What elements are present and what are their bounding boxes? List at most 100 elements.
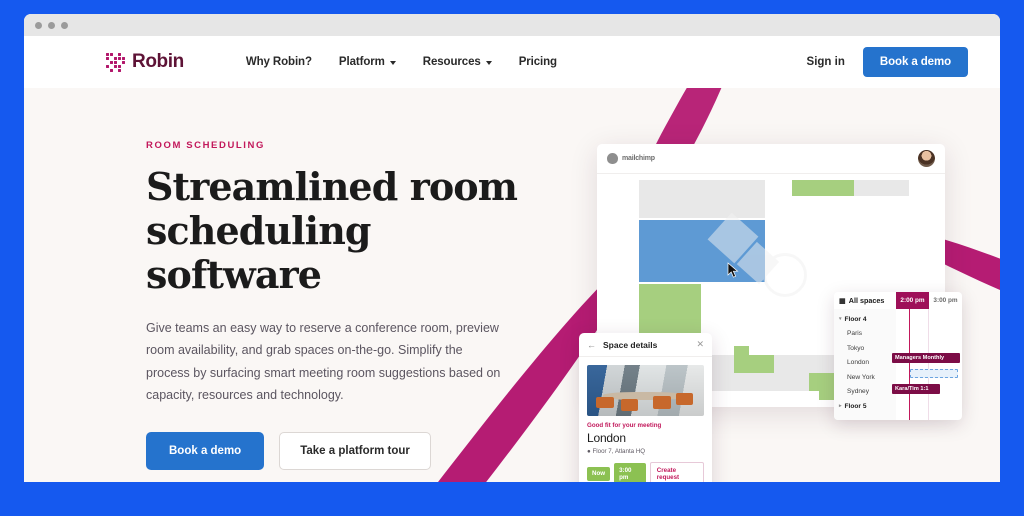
room-location: ● Floor 7, Atlanta HQ [587, 448, 704, 455]
headline-line-1: Streamlined room [146, 164, 518, 209]
schedule-grid[interactable]: Managers Monthly Kara/Tim 1:1 [892, 309, 962, 420]
nav-item-platform[interactable]: Platform [339, 56, 396, 68]
sidebar-item-sydney[interactable]: Sydney [834, 385, 896, 400]
arrow-left-icon[interactable]: ← [587, 340, 596, 350]
robin-logo[interactable]: Robin [106, 51, 184, 73]
nav-right-group: Sign in Book a demo [807, 47, 968, 77]
floorplan-cell[interactable] [734, 373, 774, 391]
space-details-header: ← Space details ✕ [579, 333, 712, 357]
chevron-down-icon: ▾ [839, 316, 842, 323]
page-title: Streamlined room scheduling software [146, 164, 536, 298]
grid-line [928, 309, 929, 420]
conference-room-photo [587, 365, 704, 416]
tentative-slot[interactable] [910, 369, 958, 378]
hero-copy-block: ROOM SCHEDULING Streamlined room schedul… [146, 140, 536, 471]
mailchimp-mark-icon [607, 153, 618, 164]
sidebar-item-floor-5[interactable]: ▸ Floor 5 [834, 399, 896, 414]
sidebar-item-paris[interactable]: Paris [834, 327, 896, 342]
event-kara-tim-1-1[interactable]: Kara/Tim 1:1 [892, 384, 940, 394]
take-a-platform-tour-button[interactable]: Take a platform tour [279, 432, 431, 471]
browser-window: Robin Why Robin? Platform Resources Pric… [24, 14, 1000, 482]
create-request-button[interactable]: Create request [649, 462, 704, 482]
nav-item-pricing[interactable]: Pricing [519, 56, 557, 68]
floorplan-cell-available[interactable] [819, 391, 835, 400]
hero-eyebrow: ROOM SCHEDULING [146, 140, 265, 151]
status-badge-label: Good fit for your meeting [587, 422, 662, 429]
close-icon[interactable]: ✕ [696, 339, 704, 350]
all-spaces-label: All spaces [848, 296, 885, 305]
product-app-header: mailchimp [597, 144, 945, 174]
room-name: London [587, 431, 626, 445]
chair-shape-decoration [596, 396, 614, 408]
now-button[interactable]: Now [587, 466, 611, 481]
event-managers-monthly[interactable]: Managers Monthly [892, 353, 960, 363]
chevron-right-icon: ▸ [839, 403, 842, 410]
schedule-header: ▦ All spaces 2:00 pm 3:00 pm [834, 292, 962, 309]
book-a-demo-nav-button[interactable]: Book a demo [862, 47, 968, 77]
hero-description: Give teams an easy way to reserve a conf… [146, 321, 501, 402]
floorplan-cell-available[interactable] [734, 346, 749, 355]
chevron-down-icon [485, 61, 492, 65]
chair-shape-decoration [675, 393, 694, 406]
nav-item-label: Platform [338, 56, 385, 68]
schedule-body: ▾ Floor 4 Paris Tokyo London New York Sy… [834, 309, 962, 420]
current-time-line [909, 309, 910, 420]
nav-item-resources[interactable]: Resources [423, 56, 492, 68]
space-details-title: Space details [603, 339, 658, 350]
nav-item-why-robin[interactable]: Why Robin? [246, 56, 312, 68]
floorplan-cell-available[interactable] [792, 180, 854, 196]
room-location-label: Floor 7, Atlanta HQ [592, 448, 646, 455]
list-item-label: Floor 4 [844, 315, 867, 323]
chair-shape-decoration [652, 395, 672, 409]
list-item-label: Paris [847, 330, 863, 338]
nav-links: Why Robin? Platform Resources Pricing [246, 56, 557, 68]
space-details-card: ← Space details ✕ Good fit for your meet… [579, 333, 712, 482]
hero-cta-row: Book a demo Take a platform tour [146, 432, 536, 471]
list-item-label: London [847, 359, 870, 367]
list-item-label: Floor 5 [844, 402, 867, 410]
nav-item-label: Why Robin? [245, 56, 312, 68]
list-item-label: New York [847, 373, 875, 381]
logo-wordmark: Robin [132, 51, 184, 72]
sidebar-item-london[interactable]: London [834, 356, 896, 371]
time-column-2pm[interactable]: 2:00 pm [896, 292, 929, 309]
floorplan-cell[interactable] [774, 373, 809, 391]
avatar[interactable] [918, 150, 935, 167]
dot-red-icon[interactable] [35, 21, 42, 29]
chair-shape-decoration [620, 398, 639, 411]
floorplan-cell[interactable] [774, 355, 809, 373]
nav-item-label: Pricing [518, 56, 557, 68]
sign-in-link[interactable]: Sign in [807, 56, 845, 68]
all-spaces-title[interactable]: ▦ All spaces [834, 292, 896, 309]
sidebar-item-floor-4[interactable]: ▾ Floor 4 [834, 312, 896, 327]
good-fit-badge: Good fit for your meeting [587, 422, 704, 429]
floorplan-cell[interactable] [854, 180, 909, 196]
sidebar-item-tokyo[interactable]: Tokyo [834, 341, 896, 356]
book-a-demo-button[interactable]: Book a demo [146, 432, 265, 471]
time-button[interactable]: 3:00 pm [614, 463, 646, 482]
dot-yellow-icon[interactable] [48, 21, 55, 29]
hero-section: ROOM SCHEDULING Streamlined room schedul… [24, 88, 1000, 482]
building-icon: ▦ [839, 296, 846, 305]
space-details-actions: Now 3:00 pm Create request [587, 462, 704, 482]
list-item-label: Tokyo [847, 344, 865, 352]
workspace-name: mailchimp [622, 155, 655, 162]
site-navbar: Robin Why Robin? Platform Resources Pric… [24, 36, 1000, 88]
headline-line-2: scheduling software [146, 208, 372, 298]
robin-dot-grid-logo-icon [106, 52, 125, 72]
browser-titlebar [24, 14, 1000, 36]
dot-green-icon[interactable] [61, 21, 68, 29]
table-shape-decoration [603, 391, 686, 400]
mailchimp-logo-icon: mailchimp [607, 153, 655, 164]
spaces-list: ▾ Floor 4 Paris Tokyo London New York Sy… [834, 309, 896, 420]
time-column-3pm[interactable]: 3:00 pm [929, 292, 962, 309]
nav-item-label: Resources [422, 56, 481, 68]
floorplan-cell[interactable] [639, 180, 765, 218]
list-item-label: Sydney [847, 388, 869, 396]
chevron-down-icon [389, 61, 396, 65]
floorplan-cell-available[interactable] [734, 355, 774, 373]
map-pin-icon: ● [587, 448, 591, 455]
sidebar-item-new-york[interactable]: New York [834, 370, 896, 385]
mouse-pointer-icon [727, 262, 739, 278]
all-spaces-schedule-panel: ▦ All spaces 2:00 pm 3:00 pm ▾ Floor 4 P… [834, 292, 962, 420]
